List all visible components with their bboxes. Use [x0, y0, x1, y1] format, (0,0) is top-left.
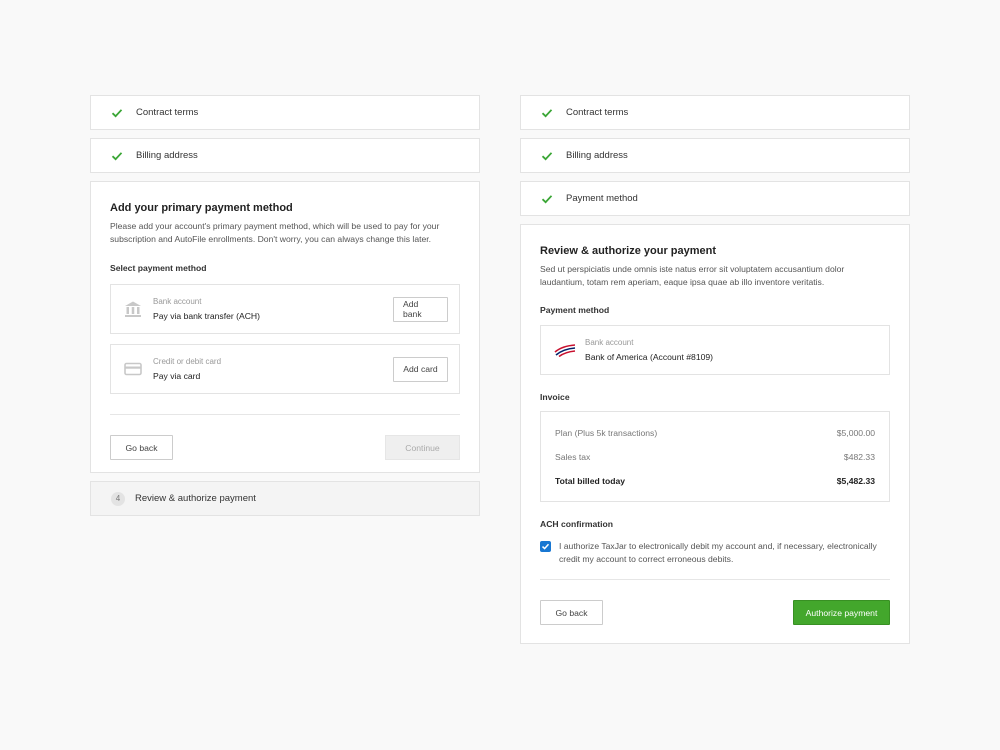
invoice-label: Invoice — [540, 392, 570, 402]
add-bank-button[interactable]: Add bank — [393, 296, 448, 322]
step-review-authorize[interactable]: 4 Review & authorize payment — [90, 481, 480, 516]
panel-title: Add your primary payment method — [110, 202, 293, 214]
payment-method-panel: Add your primary payment method Please a… — [90, 181, 480, 473]
check-icon — [541, 107, 553, 119]
go-back-button[interactable]: Go back — [110, 435, 173, 460]
credit-card-icon — [124, 360, 142, 378]
step-label: Payment method — [566, 193, 638, 204]
panel-actions: Go back Continue — [110, 435, 460, 460]
invoice-total-row: Total billed today $5,482.33 — [555, 469, 875, 493]
ach-text: I authorize TaxJar to electronically deb… — [559, 541, 877, 564]
divider — [540, 579, 890, 580]
payment-account: Bank of America (Account #8109) — [585, 352, 714, 362]
selected-payment-method: Bank account Bank of America (Account #8… — [540, 325, 890, 375]
bank-option[interactable]: Bank account Pay via bank transfer (ACH)… — [110, 284, 460, 334]
option-type: Bank account — [153, 297, 202, 306]
step-label: Billing address — [136, 150, 198, 161]
ach-confirmation-label: ACH confirmation — [540, 519, 614, 529]
step-label: Contract terms — [136, 107, 199, 118]
step-payment-method[interactable]: Payment method — [520, 181, 910, 216]
option-label: Pay via bank transfer (ACH) — [153, 311, 260, 321]
panel-description: Please add your account's primary paymen… — [110, 221, 440, 244]
invoice-item-amount: $482.33 — [843, 452, 875, 462]
right-checkout-flow: Contract terms Billing address Payment m… — [520, 95, 910, 652]
step-billing-address[interactable]: Billing address — [520, 138, 910, 173]
authorize-payment-button[interactable]: Authorize payment — [793, 600, 890, 625]
payment-type: Bank account — [585, 338, 634, 347]
invoice-row: Sales tax $482.33 — [555, 445, 875, 469]
checkmark-icon — [541, 543, 550, 550]
invoice-total-label: Total billed today — [555, 476, 626, 486]
invoice-table: Plan (Plus 5k transactions) $5,000.00 Sa… — [540, 411, 890, 502]
left-checkout-flow: Contract terms Billing address Add your … — [90, 95, 480, 524]
select-method-label: Select payment method — [110, 263, 207, 273]
step-billing-address[interactable]: Billing address — [90, 138, 480, 173]
divider — [110, 414, 460, 415]
go-back-button[interactable]: Go back — [540, 600, 603, 625]
review-authorize-panel: Review & authorize your payment Sed ut p… — [520, 224, 910, 644]
invoice-row: Plan (Plus 5k transactions) $5,000.00 — [555, 421, 875, 445]
bank-icon — [124, 300, 142, 318]
ach-checkbox[interactable] — [540, 541, 551, 552]
invoice-item-label: Sales tax — [555, 452, 591, 462]
option-type: Credit or debit card — [153, 357, 222, 366]
panel-description: Sed ut perspiciatis unde omnis iste natu… — [540, 264, 845, 287]
invoice-total-amount: $5,482.33 — [836, 476, 875, 486]
invoice-item-amount: $5,000.00 — [836, 428, 875, 438]
step-label: Review & authorize payment — [135, 493, 256, 504]
option-label: Pay via card — [153, 371, 201, 381]
check-icon — [541, 150, 553, 162]
card-option[interactable]: Credit or debit card Pay via card Add ca… — [110, 344, 460, 394]
continue-button[interactable]: Continue — [385, 435, 460, 460]
panel-actions: Go back Authorize payment — [540, 600, 890, 625]
step-label: Billing address — [566, 150, 628, 161]
ach-authorization: I authorize TaxJar to electronically deb… — [540, 540, 890, 565]
step-label: Contract terms — [566, 107, 629, 118]
step-contract-terms[interactable]: Contract terms — [90, 95, 480, 130]
panel-title: Review & authorize your payment — [540, 245, 717, 257]
check-icon — [541, 193, 553, 205]
invoice-item-label: Plan (Plus 5k transactions) — [555, 428, 658, 438]
bank-of-america-logo-icon — [554, 341, 576, 359]
step-contract-terms[interactable]: Contract terms — [520, 95, 910, 130]
check-icon — [111, 107, 123, 119]
step-number: 4 — [111, 491, 125, 506]
check-icon — [111, 150, 123, 162]
add-card-button[interactable]: Add card — [393, 356, 448, 382]
payment-method-label: Payment method — [540, 305, 610, 315]
